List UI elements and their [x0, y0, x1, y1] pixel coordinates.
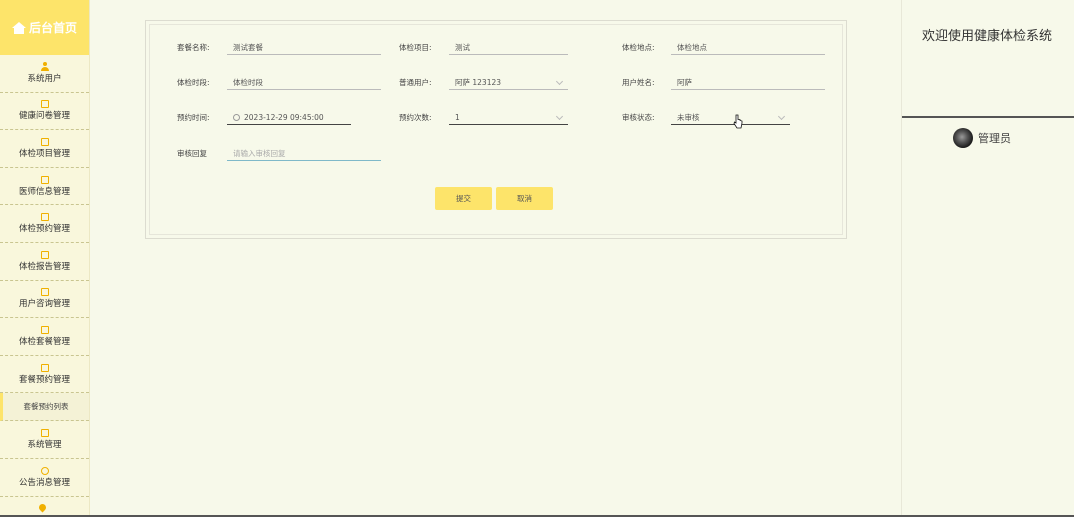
- sidebar-item-package-booking[interactable]: 套餐预约管理: [0, 356, 89, 394]
- admin-profile[interactable]: 管理员: [953, 128, 1011, 148]
- review-status-label: 审核状态:: [622, 113, 655, 122]
- sidebar-item-label: 体检预约管理: [18, 224, 70, 235]
- sidebar-item-announcement[interactable]: 公告消息管理: [0, 459, 89, 497]
- admin-name: 管理员: [978, 132, 1011, 145]
- user-icon: [40, 62, 49, 72]
- sidebar-item-label: 体检套餐管理: [18, 336, 70, 347]
- review-reply-label: 审核回复: [177, 149, 207, 158]
- info-icon: [40, 466, 49, 475]
- sidebar-item-label: 体检报告管理: [18, 261, 70, 272]
- edit-icon: [40, 213, 49, 222]
- sidebar-item-label: 健康问卷管理: [18, 111, 70, 122]
- booking-time-value: 2023-12-29 09:45:00: [244, 112, 324, 122]
- edit-icon: [40, 175, 49, 184]
- user-name-input[interactable]: 阿萨: [671, 75, 825, 90]
- package-name-input[interactable]: 测试套餐: [227, 40, 381, 55]
- booking-time-label: 预约时间:: [177, 113, 210, 122]
- sidebar-item-label: 系统管理: [27, 440, 62, 451]
- mouse-cursor-icon: [733, 114, 743, 129]
- sidebar-item-label: 体检项目管理: [18, 148, 70, 159]
- home-icon: [11, 21, 26, 34]
- location-pin-icon[interactable]: [37, 502, 48, 513]
- divider: [902, 116, 1074, 118]
- edit-icon: [40, 250, 49, 259]
- user-name-label: 用户姓名:: [622, 78, 655, 87]
- sidebar-subitem-package-booking-list[interactable]: 套餐预约列表: [0, 393, 89, 422]
- sidebar-item-system-users[interactable]: 系统用户: [0, 55, 89, 93]
- booking-count-value: 1: [455, 112, 460, 122]
- edit-icon: [40, 137, 49, 146]
- sidebar-item-user-consult[interactable]: 用户咨询管理: [0, 281, 89, 319]
- settings-icon: [40, 429, 49, 438]
- edit-icon: [40, 100, 49, 109]
- home-label: 后台首页: [28, 21, 77, 35]
- chevron-down-icon: [555, 77, 564, 86]
- chevron-down-icon: [777, 112, 786, 121]
- normal-user-select[interactable]: 阿萨 123123: [449, 75, 568, 90]
- welcome-text: 欢迎使用健康体检系统: [922, 29, 1053, 44]
- exam-item-label: 体检项目:: [399, 43, 432, 52]
- sidebar-item-label: 用户咨询管理: [18, 299, 70, 310]
- review-reply-input[interactable]: 请输入审核回复: [227, 146, 381, 161]
- exam-period-input[interactable]: 体检时段: [227, 75, 381, 90]
- booking-count-label: 预约次数:: [399, 113, 432, 122]
- edit-icon: [40, 288, 49, 297]
- review-status-select[interactable]: 未审核: [671, 110, 790, 125]
- avatar: [953, 128, 973, 148]
- submit-button[interactable]: 提交: [435, 187, 492, 210]
- sidebar-item-label: 系统用户: [27, 74, 62, 85]
- home-link[interactable]: 后台首页: [0, 0, 89, 55]
- normal-user-label: 普通用户:: [399, 78, 432, 87]
- booking-time-picker[interactable]: 2023-12-29 09:45:00: [227, 110, 351, 125]
- sidebar-item-exam-report[interactable]: 体检报告管理: [0, 243, 89, 281]
- exam-location-label: 体检地点:: [622, 43, 655, 52]
- edit-icon: [40, 363, 49, 372]
- sidebar-item-exam-items[interactable]: 体检项目管理: [0, 130, 89, 168]
- review-status-value: 未审核: [677, 112, 700, 122]
- sidebar-item-label: 医师信息管理: [18, 186, 70, 197]
- edit-icon: [40, 325, 49, 334]
- sidebar: 后台首页 系统用户 健康问卷管理 体检项目管理 医师信息管理 体检预约管理 体检…: [0, 0, 90, 517]
- exam-item-input[interactable]: 测试: [449, 40, 568, 55]
- sidebar-item-system-management[interactable]: 系统管理: [0, 421, 89, 459]
- sidebar-item-exam-booking[interactable]: 体检预约管理: [0, 205, 89, 243]
- exam-period-label: 体检时段:: [177, 78, 210, 87]
- cancel-button[interactable]: 取消: [496, 187, 553, 210]
- right-panel: 欢迎使用健康体检系统 管理员: [901, 0, 1074, 517]
- sidebar-item-label: 公告消息管理: [18, 477, 70, 488]
- chevron-down-icon: [555, 112, 564, 121]
- normal-user-value: 阿萨 123123: [455, 77, 502, 87]
- exam-location-input[interactable]: 体检地点: [671, 40, 825, 55]
- sidebar-item-doctor-info[interactable]: 医师信息管理: [0, 168, 89, 206]
- sidebar-item-exam-package[interactable]: 体检套餐管理: [0, 318, 89, 356]
- sidebar-item-label: 套餐预约管理: [18, 374, 70, 385]
- booking-count-select[interactable]: 1: [449, 110, 568, 125]
- package-name-label: 套餐名称:: [177, 43, 210, 52]
- clock-icon: [233, 113, 240, 121]
- sidebar-item-health-questionnaire[interactable]: 健康问卷管理: [0, 93, 89, 131]
